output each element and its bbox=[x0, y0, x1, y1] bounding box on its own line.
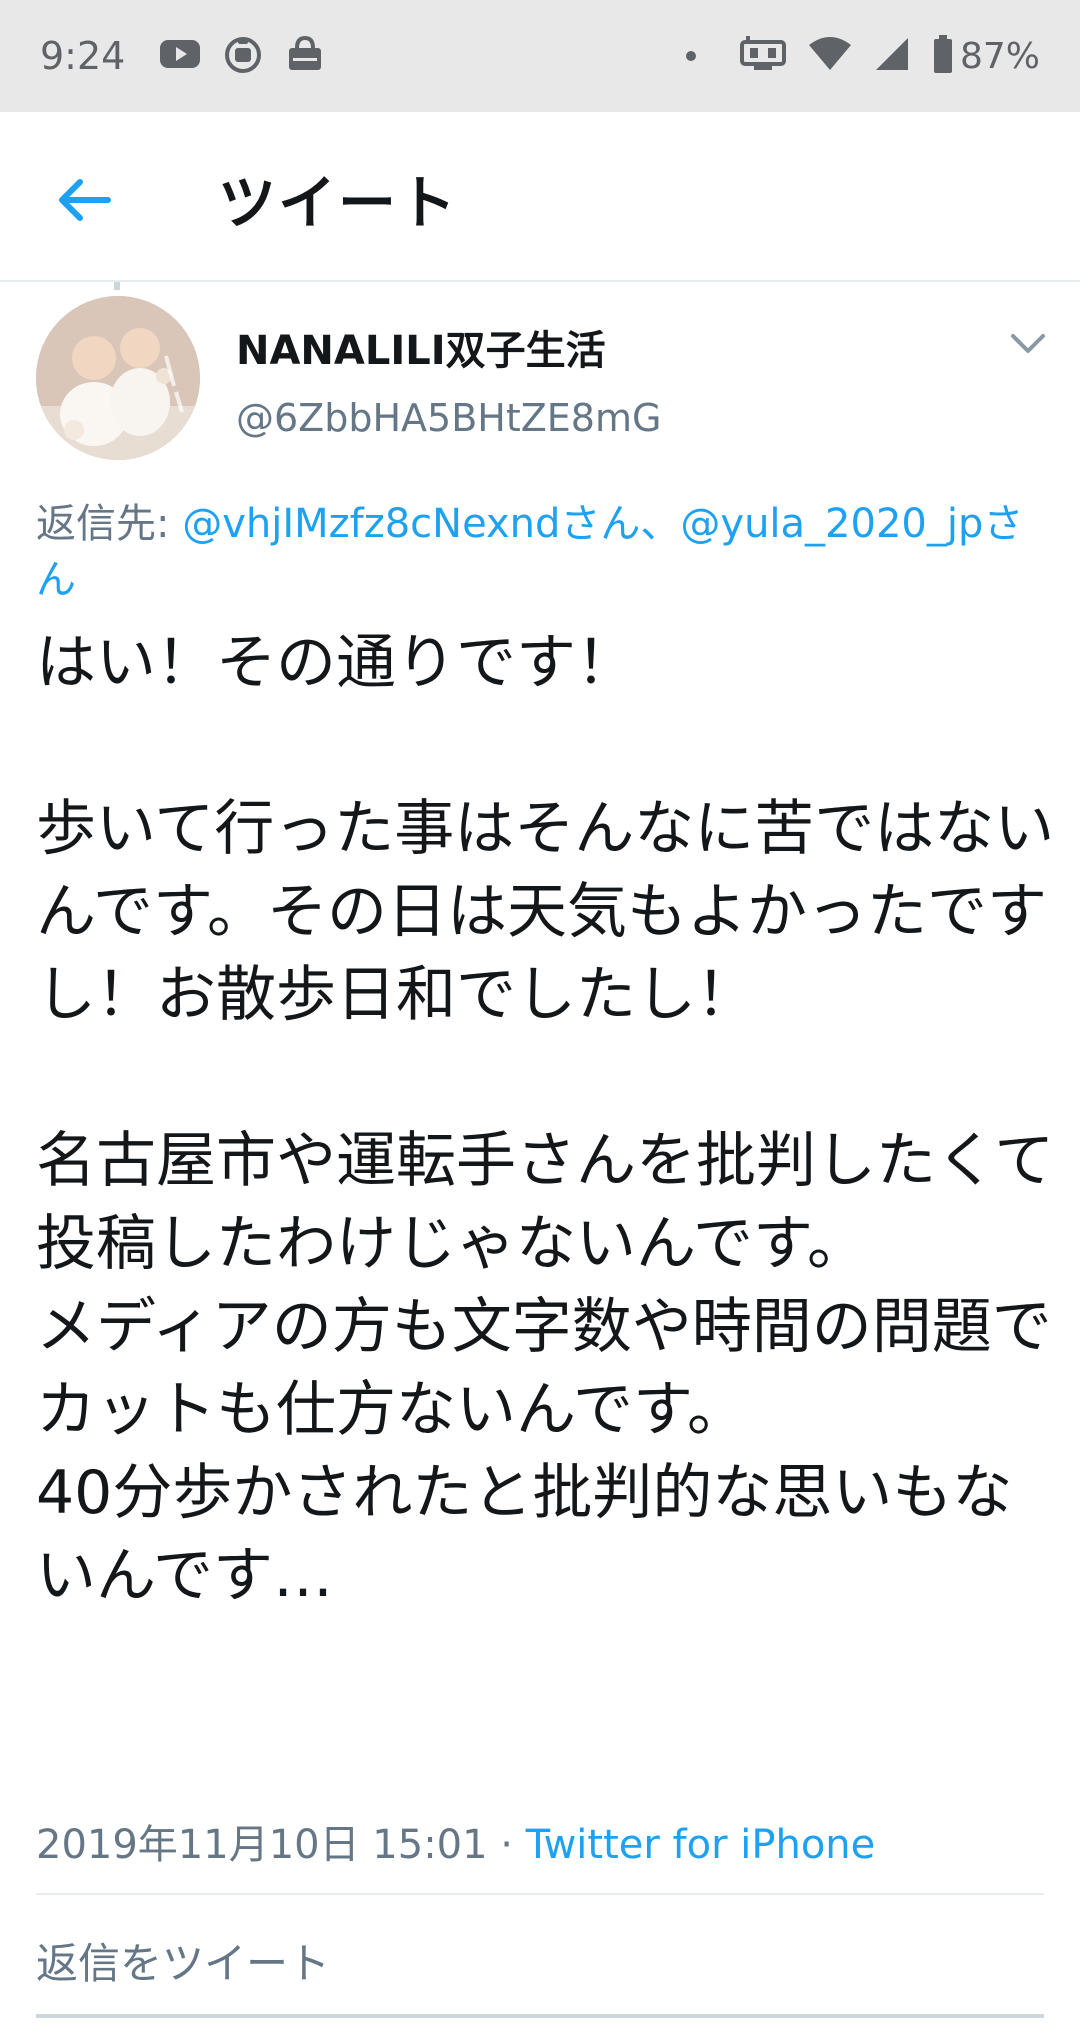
page-title: ツイート bbox=[218, 169, 459, 237]
app-header: ツイート bbox=[0, 112, 1080, 282]
thread-connector-line bbox=[114, 282, 120, 290]
tweet-date: 2019年11月10日 15:01 bbox=[36, 1822, 488, 1868]
app-icon bbox=[223, 34, 263, 78]
divider bbox=[36, 1893, 1044, 1895]
user-handle[interactable]: @6ZbbHA5BHtZE8mG bbox=[236, 396, 661, 440]
tweet-text: はい！その通りです！ 歩いて行った事はそんなに苦ではないんです。その日は天気もよ… bbox=[36, 628, 1055, 1611]
reply-to-line: 返信先: @vhjIMzfz8cNexndさん、@yula_2020_jpさん bbox=[36, 496, 1046, 608]
chevron-down-icon bbox=[1011, 334, 1045, 353]
tweet-menu-button[interactable] bbox=[1006, 322, 1050, 366]
youtube-icon bbox=[159, 38, 201, 74]
status-bar: 9:24 87% bbox=[0, 0, 1080, 112]
display-name[interactable]: NANALILI双子生活 bbox=[236, 318, 606, 376]
meta-separator: · bbox=[487, 1822, 526, 1868]
status-right: 87% bbox=[685, 34, 1040, 78]
wifi-icon bbox=[808, 36, 852, 76]
status-time: 9:24 bbox=[40, 34, 126, 78]
dot-icon bbox=[685, 51, 696, 61]
tweet-source-link[interactable]: Twitter for iPhone bbox=[526, 1822, 876, 1868]
back-button[interactable] bbox=[46, 162, 122, 238]
market-icon bbox=[285, 34, 325, 78]
reply-mention-1[interactable]: @vhjIMzfz8cNexndさん、 bbox=[182, 501, 680, 547]
back-arrow-icon bbox=[59, 179, 111, 221]
battery-percent: 87% bbox=[959, 35, 1040, 77]
avatar[interactable] bbox=[36, 296, 200, 460]
reply-to-label: 返信先: bbox=[36, 501, 183, 547]
tweet-meta: 2019年11月10日 15:01 · Twitter for iPhone bbox=[36, 1812, 875, 1870]
avatar-image bbox=[36, 296, 200, 460]
reply-input[interactable]: 返信をツイート bbox=[36, 1930, 1044, 2020]
cast-icon bbox=[739, 34, 786, 78]
signal-icon bbox=[874, 36, 910, 76]
reply-input-underline bbox=[36, 2014, 1044, 2018]
battery-icon bbox=[932, 34, 954, 78]
reply-placeholder: 返信をツイート bbox=[36, 1939, 331, 1988]
